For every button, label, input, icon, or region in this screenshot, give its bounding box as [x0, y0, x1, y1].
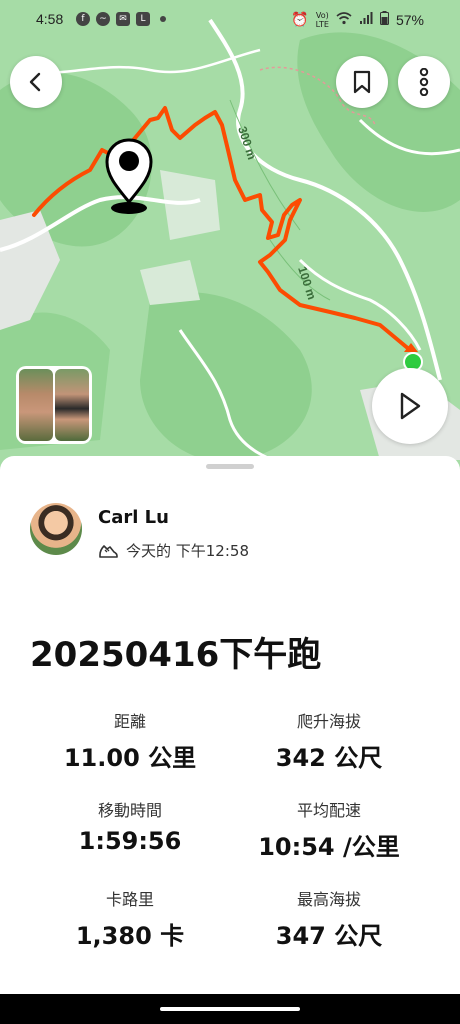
stat-value: 10:54 /公里 [258, 833, 400, 861]
stat-label: 爬升海拔 [296, 712, 361, 731]
shoe-icon [99, 544, 118, 558]
photo-2 [55, 369, 89, 441]
stat-max-elevation: 最高海拔 347 公尺 [229, 886, 429, 951]
stat-label: 移動時間 [97, 801, 162, 820]
stat-elevation-gain: 爬升海拔 342 公尺 [229, 708, 429, 773]
wifi-icon [336, 11, 352, 29]
post-time-row: 今天的 下午12:58 [98, 540, 249, 561]
volte-label: LTE [315, 20, 329, 29]
volte-icon: Vo) LTE [315, 11, 329, 29]
post-time: 今天的 下午12:58 [126, 542, 249, 560]
avatar[interactable] [30, 503, 82, 555]
stat-avg-pace: 平均配速 10:54 /公里 [229, 797, 429, 862]
signal-icon [359, 11, 373, 29]
home-gesture-bar[interactable] [160, 1007, 300, 1011]
stat-label: 平均配速 [296, 801, 361, 820]
stat-value: 342 公尺 [275, 744, 383, 772]
mail-icon: ✉ [116, 12, 130, 26]
dot-icon [160, 16, 166, 22]
stat-moving-time: 移動時間 1:59:56 [30, 797, 230, 855]
stat-value: 11.00 公里 [63, 744, 197, 772]
contour-label-300: 300 m [235, 125, 259, 162]
contour-label-100: 100 m [295, 265, 319, 302]
stat-distance: 距離 11.00 公里 [30, 708, 230, 773]
stat-label: 卡路里 [105, 890, 154, 909]
sheet-handle[interactable] [206, 464, 254, 469]
more-vertical-icon [419, 68, 429, 96]
play-flyover-button[interactable] [372, 368, 448, 444]
battery-percent: 57% [395, 12, 424, 28]
system-icons: ⏰ Vo) LTE 57% [291, 11, 424, 29]
more-options-button[interactable] [398, 56, 450, 108]
stat-value: 1:59:56 [78, 827, 182, 855]
activity-title: 20250416下午跑 [30, 635, 322, 675]
status-bar: 4:58 f ~ ✉ L ⏰ Vo) LTE 57% [0, 0, 460, 40]
athlete-name[interactable]: Carl Lu [98, 507, 169, 528]
terrain-patch [140, 292, 312, 462]
clearing [140, 260, 200, 305]
activity-photos-thumbnail[interactable] [16, 366, 92, 444]
stat-value: 347 公尺 [275, 922, 383, 950]
battery-icon [379, 11, 389, 29]
status-time: 4:58 [36, 11, 64, 27]
clearing [160, 170, 220, 240]
facebook-icon: f [76, 12, 90, 26]
notification-icons: f ~ ✉ L [76, 12, 166, 26]
play-icon [400, 392, 421, 420]
chevron-left-icon [29, 72, 41, 92]
location-pin-dot [119, 151, 139, 171]
messenger-icon: ~ [96, 12, 110, 26]
back-button[interactable] [10, 56, 62, 108]
line-icon: L [136, 12, 150, 26]
bookmark-icon [353, 70, 371, 94]
route-map[interactable]: 300 m 100 m 4:58 f ~ ✉ L ⏰ Vo) LTE 57% [0, 0, 460, 470]
stat-label: 距離 [113, 712, 146, 731]
stat-value: 1,380 卡 [75, 922, 185, 950]
save-route-button[interactable] [336, 56, 388, 108]
stat-calories: 卡路里 1,380 卡 [30, 886, 230, 951]
alarm-icon: ⏰ [291, 12, 309, 28]
photo-1 [19, 369, 53, 441]
road [298, 258, 422, 351]
stat-label: 最高海拔 [296, 890, 361, 909]
